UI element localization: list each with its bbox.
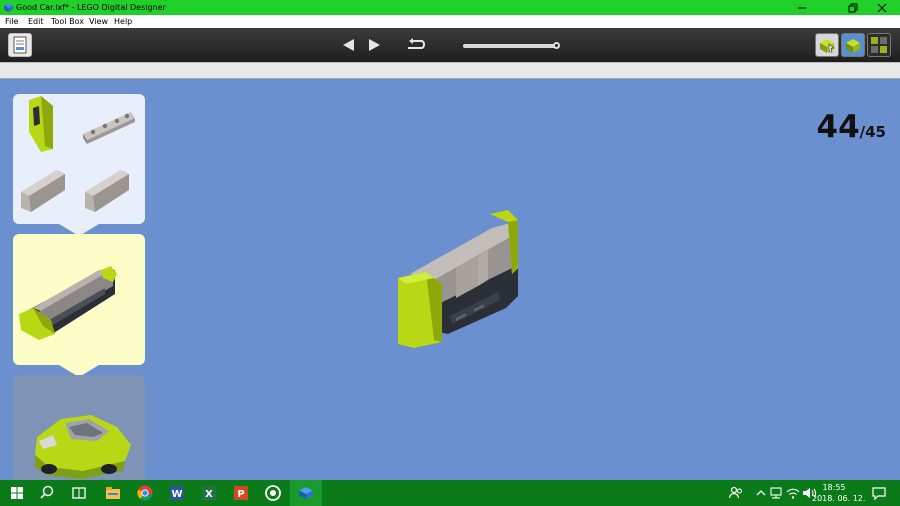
taskbar: W X P 18:55 2018. 06. 12.	[0, 480, 900, 506]
grey-slope-part-1[interactable]	[21, 170, 65, 212]
toolbar	[0, 28, 900, 62]
menu-toolbox[interactable]: Tool Box	[51, 16, 84, 27]
restore-button[interactable]	[839, 0, 867, 15]
model-preview-illustration	[35, 415, 131, 479]
network-icon[interactable]	[767, 484, 785, 502]
svg-text:P: P	[237, 489, 244, 500]
window-title: Good Car.lxf* - LEGO Digital Designer	[16, 3, 166, 12]
step-slider[interactable]	[463, 42, 560, 49]
grey-plate-part[interactable]	[83, 112, 135, 144]
build-canvas[interactable]: 44/45	[0, 79, 900, 485]
parts-list-illustration	[21, 96, 135, 212]
restore-icon	[848, 3, 858, 12]
model-preview-panel[interactable]	[13, 375, 145, 485]
build-mode-button[interactable]	[815, 33, 839, 57]
people-icon[interactable]	[727, 484, 745, 502]
current-step-model[interactable]	[390, 204, 530, 349]
step-slider-fill	[463, 44, 557, 48]
building-guide-mode-button[interactable]	[867, 33, 891, 57]
clock-time: 18:55	[822, 483, 846, 492]
lego-brick-icon	[4, 3, 13, 12]
circle-app-icon[interactable]	[264, 484, 282, 502]
lime-slope-part[interactable]	[29, 96, 53, 152]
search-icon[interactable]	[38, 484, 56, 502]
clock-date: 2018. 06. 12.	[812, 494, 866, 503]
powerpoint-icon[interactable]: P	[232, 484, 250, 502]
previous-step-button[interactable]	[341, 38, 357, 52]
lego-designer-icon[interactable]	[297, 484, 315, 502]
word-icon[interactable]: W	[168, 484, 186, 502]
title-bar: Good Car.lxf* - LEGO Digital Designer	[0, 0, 900, 15]
windows-start-icon[interactable]	[8, 484, 26, 502]
step-preview-illustration	[19, 266, 117, 340]
close-icon	[877, 3, 887, 12]
chrome-icon[interactable]	[136, 484, 154, 502]
excel-icon[interactable]: X	[200, 484, 218, 502]
parts-list-panel[interactable]	[13, 94, 145, 236]
svg-text:W: W	[171, 489, 182, 500]
total-steps: /45	[859, 123, 886, 141]
view-mode-icon	[846, 39, 860, 53]
menu-edit[interactable]: Edit	[28, 16, 44, 27]
rewind-button[interactable]	[404, 38, 428, 52]
menu-help[interactable]: Help	[114, 16, 132, 27]
step-preview-panel[interactable]	[13, 234, 145, 377]
building-guide-mode-icon	[871, 37, 887, 53]
building-guide-document-icon	[13, 36, 27, 54]
next-step-icon	[369, 39, 380, 51]
grey-slope-part-2[interactable]	[85, 170, 129, 212]
menu-bar: File Edit Tool Box View Help	[0, 15, 900, 28]
next-step-button[interactable]	[366, 38, 382, 52]
minimize-icon	[798, 7, 806, 8]
file-explorer-icon[interactable]	[104, 484, 122, 502]
taskbar-clock[interactable]: 18:55 2018. 06. 12.	[812, 482, 866, 504]
step-counter: 44/45	[817, 109, 887, 145]
close-button[interactable]	[868, 0, 896, 15]
info-strip	[0, 62, 900, 79]
step-slider-knob[interactable]	[552, 42, 560, 49]
svg-text:X: X	[205, 489, 213, 500]
menu-view[interactable]: View	[89, 16, 108, 27]
task-view-icon[interactable]	[70, 484, 88, 502]
action-center-icon[interactable]	[870, 484, 888, 502]
view-mode-button[interactable]	[841, 33, 865, 57]
current-step-number: 44	[816, 109, 860, 145]
minimize-button[interactable]	[788, 0, 816, 15]
menu-file[interactable]: File	[5, 16, 18, 27]
previous-step-icon	[343, 39, 354, 51]
rewind-icon	[408, 38, 426, 49]
build-mode-icon	[820, 39, 835, 53]
building-guide-document-button[interactable]	[8, 33, 32, 57]
